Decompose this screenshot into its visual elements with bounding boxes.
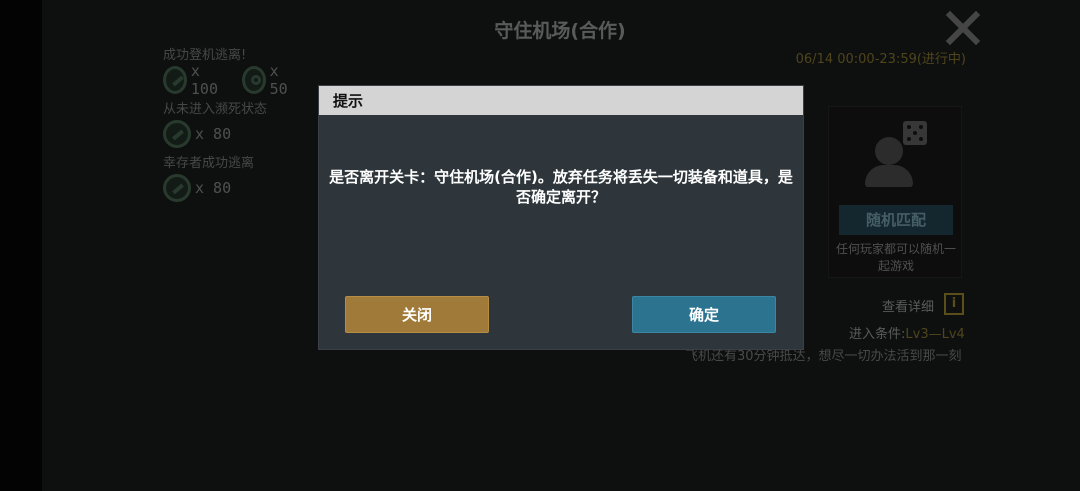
close-button[interactable]: 关闭 xyxy=(345,296,489,333)
dialog-title: 提示 xyxy=(333,92,364,110)
dialog-message: 是否离开关卡：守住机场(合作)。放弃任务将丢失一切装备和道具，是否确定离开？ xyxy=(329,168,793,206)
confirm-button[interactable]: 确定 xyxy=(632,296,776,333)
dialog-header: 提示 xyxy=(319,86,803,115)
confirm-dialog: 提示 是否离开关卡：守住机场(合作)。放弃任务将丢失一切装备和道具，是否确定离开… xyxy=(319,86,803,349)
